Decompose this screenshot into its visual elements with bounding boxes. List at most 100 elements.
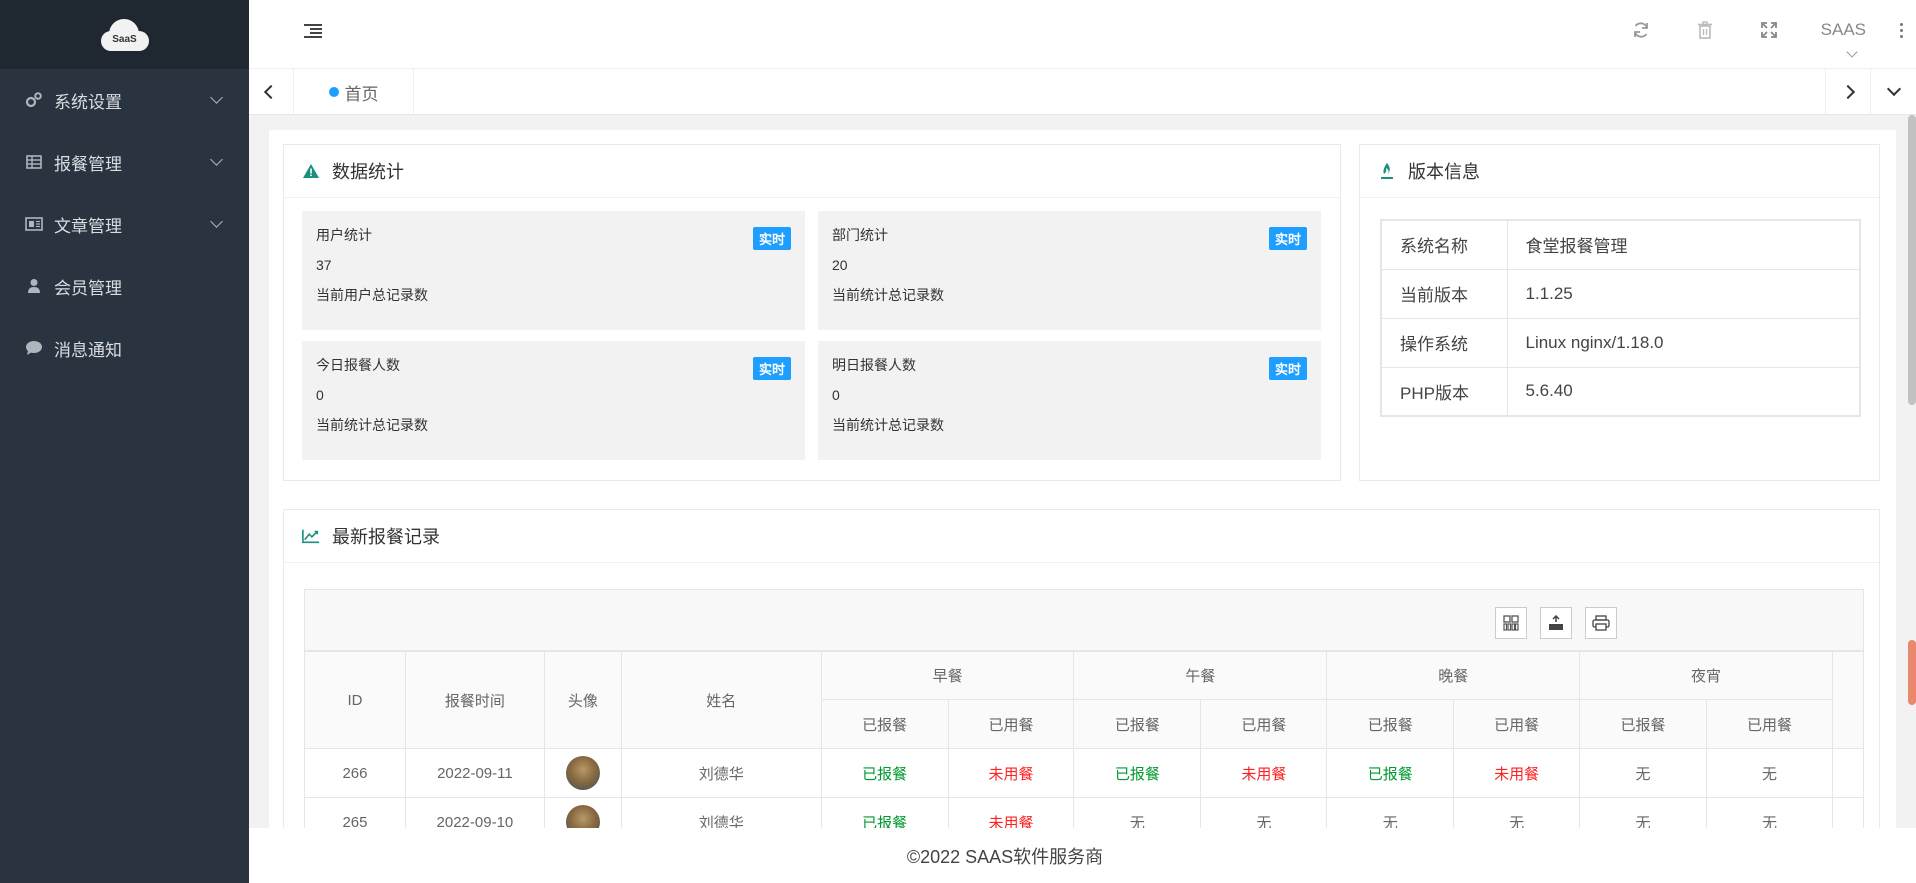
refresh-icon[interactable] (1609, 0, 1673, 60)
user-menu[interactable]: SAAS (1801, 20, 1886, 40)
column-group-lunch: 午餐 (1073, 651, 1328, 700)
tab-scroll-left-button[interactable] (249, 69, 294, 115)
stats-card-title: 数据统计 (332, 162, 404, 182)
footer-copyright: ©2022 SAAS软件服务商 (906, 846, 1104, 867)
records-card-header: 最新报餐记录 (284, 510, 1879, 563)
stats-card: 数据统计 用户统计 实时 37 当前用户总记录数 部门统计 实时 20 当前统计… (283, 144, 1341, 481)
version-card: 版本信息 系统名称 食堂报餐管理 当前版本 1.1.25 操作系统 Linux ngi… (1359, 144, 1880, 481)
sidebar-item-notifications[interactable]: 消息通知 (0, 317, 249, 379)
footer: ©2022 SAAS软件服务商 (249, 828, 1916, 883)
sidebar-menu: 系统设置 报餐管理 文章管理 会员管理 消息通知 (0, 69, 249, 379)
logo-area: SaaS (0, 0, 249, 69)
avatar[interactable] (565, 756, 600, 790)
active-dot-icon (328, 87, 339, 97)
column-header-time[interactable]: 报餐时间 (404, 651, 545, 749)
export-icon (1549, 615, 1563, 630)
avatar[interactable] (565, 805, 600, 828)
column-header-id[interactable]: ID (304, 651, 406, 749)
sidebar-item-article-management[interactable]: 文章管理 (0, 193, 249, 255)
column-header-avatar[interactable]: 头像 (543, 651, 622, 749)
column-group-late-snack: 夜宵 (1579, 651, 1833, 700)
page-scrollbar[interactable] (1908, 115, 1916, 405)
table-icon (24, 152, 44, 172)
stat-value: 0 (832, 387, 840, 403)
column-header-reported[interactable]: 已报餐 (1073, 699, 1202, 749)
cell-status: 无 (1326, 797, 1455, 828)
stats-card-header: 数据统计 (284, 145, 1340, 198)
chevron-right-icon (1840, 84, 1856, 100)
cell-time: 2022-09-11 (404, 748, 545, 798)
column-header-eaten[interactable]: 已用餐 (1200, 699, 1328, 749)
cell-status: 无 (1706, 797, 1833, 828)
trash-icon[interactable] (1673, 0, 1737, 60)
cell-status: 无 (1453, 797, 1581, 828)
tab-home[interactable]: 首页 (294, 69, 414, 115)
column-header-eaten[interactable]: 已用餐 (1706, 699, 1833, 749)
menu-toggle-icon[interactable] (304, 24, 322, 38)
cell-status: 未用餐 (947, 797, 1075, 828)
stat-value: 37 (316, 257, 332, 273)
version-key: 系统名称 (1380, 219, 1508, 270)
line-chart-icon (302, 527, 320, 545)
columns-filter-button[interactable] (1495, 607, 1527, 639)
records-card-title: 最新报餐记录 (332, 527, 440, 547)
version-value: 食堂报餐管理 (1506, 219, 1861, 270)
tab-menu-button[interactable] (1870, 69, 1916, 115)
cell-status: 无 (1579, 797, 1708, 828)
column-header-reported[interactable]: 已报餐 (820, 699, 949, 749)
cell-id: 266 (304, 748, 406, 798)
chevron-down-icon (210, 153, 223, 166)
table-row[interactable]: 265 2022-09-10 刘德华 已报餐 未用餐 无 无 无 无 无 无 (304, 797, 1865, 828)
version-key: 当前版本 (1380, 268, 1508, 319)
column-group-dinner: 晚餐 (1326, 651, 1581, 700)
stat-department-count: 部门统计 实时 20 当前统计总记录数 (818, 211, 1321, 330)
cell-spacer (1831, 797, 1865, 828)
more-options-icon[interactable] (1886, 22, 1916, 38)
stat-desc: 当前统计总记录数 (832, 417, 944, 433)
column-header-reported[interactable]: 已报餐 (1326, 699, 1455, 749)
chevron-down-icon (210, 215, 223, 228)
stat-title: 部门统计 (832, 227, 888, 243)
cloud-logo-icon: SaaS (100, 17, 149, 53)
tabs-bar: 首页 (249, 69, 1916, 115)
export-button[interactable] (1540, 607, 1572, 639)
realtime-badge: 实时 (752, 357, 791, 380)
scrollbar-thumb[interactable] (1908, 640, 1916, 705)
stat-value: 0 (316, 387, 324, 403)
chevron-left-icon (263, 84, 279, 100)
cell-status: 已报餐 (820, 797, 949, 828)
stat-user-count: 用户统计 实时 37 当前用户总记录数 (302, 211, 805, 330)
records-card: 最新报餐记录 ID 报餐时间 头像 姓名 早餐 午餐 晚餐 夜宵 已报餐 已用餐… (283, 509, 1880, 828)
tab-label: 首页 (344, 84, 379, 104)
version-value: 1.1.25 (1506, 268, 1861, 319)
cell-status: 未用餐 (1453, 748, 1581, 798)
table-row[interactable]: 266 2022-09-11 刘德华 已报餐 未用餐 已报餐 未用餐 已报餐 未… (304, 748, 1865, 798)
sidebar-item-member-management[interactable]: 会员管理 (0, 255, 249, 317)
sidebar-item-meal-management[interactable]: 报餐管理 (0, 131, 249, 193)
version-card-title: 版本信息 (1408, 162, 1480, 182)
column-header-spacer (1831, 651, 1865, 749)
print-button[interactable] (1585, 607, 1617, 639)
column-header-eaten[interactable]: 已用餐 (1453, 699, 1581, 749)
sidebar-item-system-settings[interactable]: 系统设置 (0, 69, 249, 131)
column-header-name[interactable]: 姓名 (620, 651, 822, 749)
columns-icon (1503, 615, 1519, 631)
column-header-reported[interactable]: 已报餐 (1579, 699, 1708, 749)
header-actions: SAAS (1609, 0, 1916, 60)
stat-title: 今日报餐人数 (316, 357, 400, 373)
cell-status: 无 (1200, 797, 1328, 828)
cell-status: 已报餐 (1326, 748, 1455, 798)
tab-scroll-right-button[interactable] (1825, 69, 1870, 115)
cell-id: 265 (304, 797, 406, 828)
cell-name: 刘德华 (620, 797, 822, 828)
fullscreen-icon[interactable] (1737, 0, 1801, 60)
cell-status: 已报餐 (1073, 748, 1202, 798)
table-row: 系统名称 食堂报餐管理 (1380, 219, 1861, 270)
stat-desc: 当前统计总记录数 (316, 417, 428, 433)
main-content: 数据统计 用户统计 实时 37 当前用户总记录数 部门统计 实时 20 当前统计… (249, 115, 1916, 828)
realtime-badge: 实时 (1268, 357, 1307, 380)
column-header-eaten[interactable]: 已用餐 (947, 699, 1075, 749)
sidebar-item-label: 文章管理 (54, 216, 122, 236)
stat-title: 用户统计 (316, 227, 372, 243)
chat-bubble-icon (24, 338, 44, 358)
